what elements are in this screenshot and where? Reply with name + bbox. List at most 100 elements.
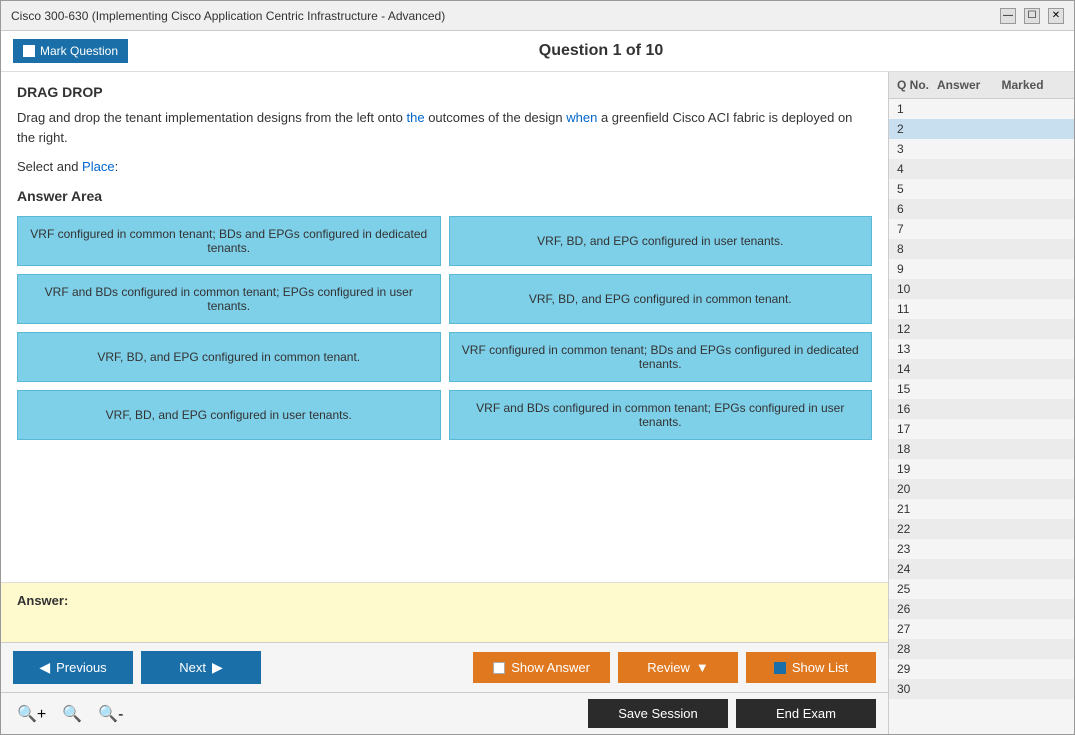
- save-session-label: Save Session: [618, 706, 698, 721]
- q-number: 17: [897, 422, 937, 436]
- bottom-session-bar: 🔍+ 🔍 🔍- Save Session End Exam: [1, 692, 888, 734]
- mark-question-button[interactable]: Mark Question: [13, 39, 128, 63]
- instruction-text: Drag and drop the tenant implementation …: [17, 108, 872, 147]
- maximize-button[interactable]: ☐: [1024, 8, 1040, 24]
- show-answer-button[interactable]: Show Answer: [473, 652, 610, 683]
- q-number: 20: [897, 482, 937, 496]
- question-list-row[interactable]: 28: [889, 639, 1074, 659]
- select-place-label: Select and Place:: [17, 159, 872, 174]
- q-number: 24: [897, 562, 937, 576]
- question-list-row[interactable]: 30: [889, 679, 1074, 699]
- save-session-button[interactable]: Save Session: [588, 699, 728, 728]
- question-list-row[interactable]: 22: [889, 519, 1074, 539]
- question-list-row[interactable]: 8: [889, 239, 1074, 259]
- next-button[interactable]: Next ▶: [141, 651, 261, 684]
- drag-item-3[interactable]: VRF and BDs configured in common tenant;…: [17, 274, 441, 324]
- q-number: 9: [897, 262, 937, 276]
- q-number: 2: [897, 122, 937, 136]
- question-list-row[interactable]: 3: [889, 139, 1074, 159]
- q-number: 19: [897, 462, 937, 476]
- q-number: 13: [897, 342, 937, 356]
- question-list-row[interactable]: 26: [889, 599, 1074, 619]
- main-window: Cisco 300-630 (Implementing Cisco Applic…: [0, 0, 1075, 735]
- left-panel: DRAG DROP Drag and drop the tenant imple…: [1, 72, 889, 734]
- title-bar: Cisco 300-630 (Implementing Cisco Applic…: [1, 1, 1074, 31]
- answer-area-label: Answer Area: [17, 188, 872, 204]
- q-number: 10: [897, 282, 937, 296]
- q-number: 16: [897, 402, 937, 416]
- q-number: 22: [897, 522, 937, 536]
- question-list-row[interactable]: 18: [889, 439, 1074, 459]
- drag-item-6[interactable]: VRF configured in common tenant; BDs and…: [449, 332, 873, 382]
- q-number: 7: [897, 222, 937, 236]
- drag-item-4[interactable]: VRF, BD, and EPG configured in common te…: [449, 274, 873, 324]
- question-list-row[interactable]: 5: [889, 179, 1074, 199]
- question-list-row[interactable]: 14: [889, 359, 1074, 379]
- show-list-button[interactable]: Show List: [746, 652, 876, 683]
- question-list-row[interactable]: 15: [889, 379, 1074, 399]
- q-number: 14: [897, 362, 937, 376]
- show-answer-label: Show Answer: [511, 660, 590, 675]
- question-list-row[interactable]: 17: [889, 419, 1074, 439]
- header-q-no: Q No.: [897, 78, 937, 92]
- drag-item-8[interactable]: VRF and BDs configured in common tenant;…: [449, 390, 873, 440]
- bottom-navigation-bar: ◀ Previous Next ▶ Show Answer Review ▼: [1, 642, 888, 692]
- question-list-row[interactable]: 20: [889, 479, 1074, 499]
- window-title: Cisco 300-630 (Implementing Cisco Applic…: [11, 9, 445, 23]
- answer-label: Answer:: [17, 593, 68, 608]
- question-list-row[interactable]: 1: [889, 99, 1074, 119]
- highlight-place: Place: [82, 159, 115, 174]
- q-number: 27: [897, 622, 937, 636]
- q-number: 1: [897, 102, 937, 116]
- zoom-reset-button[interactable]: 🔍: [58, 702, 86, 726]
- question-list-row[interactable]: 12: [889, 319, 1074, 339]
- question-list-row[interactable]: 25: [889, 579, 1074, 599]
- question-list-row[interactable]: 23: [889, 539, 1074, 559]
- question-list-row[interactable]: 11: [889, 299, 1074, 319]
- zoom-in-button[interactable]: 🔍+: [13, 702, 50, 726]
- end-exam-label: End Exam: [776, 706, 836, 721]
- question-list-row[interactable]: 13: [889, 339, 1074, 359]
- drag-item-1[interactable]: VRF configured in common tenant; BDs and…: [17, 216, 441, 266]
- review-button[interactable]: Review ▼: [618, 652, 738, 683]
- close-button[interactable]: ✕: [1048, 8, 1064, 24]
- question-list-row[interactable]: 19: [889, 459, 1074, 479]
- question-list-row[interactable]: 2: [889, 119, 1074, 139]
- question-list-row[interactable]: 29: [889, 659, 1074, 679]
- q-number: 5: [897, 182, 937, 196]
- drag-item-2[interactable]: VRF, BD, and EPG configured in user tena…: [449, 216, 873, 266]
- window-controls: — ☐ ✕: [1000, 8, 1064, 24]
- answer-section: Answer:: [1, 582, 888, 642]
- next-label: Next: [179, 660, 206, 675]
- question-list-row[interactable]: 16: [889, 399, 1074, 419]
- minimize-button[interactable]: —: [1000, 8, 1016, 24]
- show-answer-checkbox-icon: [493, 662, 505, 674]
- question-list-row[interactable]: 4: [889, 159, 1074, 179]
- end-exam-button[interactable]: End Exam: [736, 699, 876, 728]
- header-answer: Answer: [937, 78, 1002, 92]
- question-list-row[interactable]: 7: [889, 219, 1074, 239]
- q-number: 25: [897, 582, 937, 596]
- previous-label: Previous: [56, 660, 107, 675]
- header-bar: Mark Question Question 1 of 10: [1, 31, 1074, 72]
- mark-question-label: Mark Question: [40, 44, 118, 58]
- question-list-row[interactable]: 21: [889, 499, 1074, 519]
- question-list-row[interactable]: 27: [889, 619, 1074, 639]
- q-number: 29: [897, 662, 937, 676]
- question-list-row[interactable]: 24: [889, 559, 1074, 579]
- drag-drop-grid: VRF configured in common tenant; BDs and…: [17, 216, 872, 440]
- right-arrow-icon: ▶: [212, 659, 223, 676]
- question-body: DRAG DROP Drag and drop the tenant imple…: [1, 72, 888, 582]
- previous-button[interactable]: ◀ Previous: [13, 651, 133, 684]
- zoom-out-button[interactable]: 🔍-: [94, 702, 127, 726]
- question-list-row[interactable]: 9: [889, 259, 1074, 279]
- question-list-row[interactable]: 10: [889, 279, 1074, 299]
- header-marked: Marked: [1002, 78, 1067, 92]
- q-number: 6: [897, 202, 937, 216]
- question-list-row[interactable]: 6: [889, 199, 1074, 219]
- drag-item-7[interactable]: VRF, BD, and EPG configured in user tena…: [17, 390, 441, 440]
- q-number: 3: [897, 142, 937, 156]
- question-list: 1234567891011121314151617181920212223242…: [889, 99, 1074, 734]
- right-panel-header: Q No. Answer Marked: [889, 72, 1074, 99]
- drag-item-5[interactable]: VRF, BD, and EPG configured in common te…: [17, 332, 441, 382]
